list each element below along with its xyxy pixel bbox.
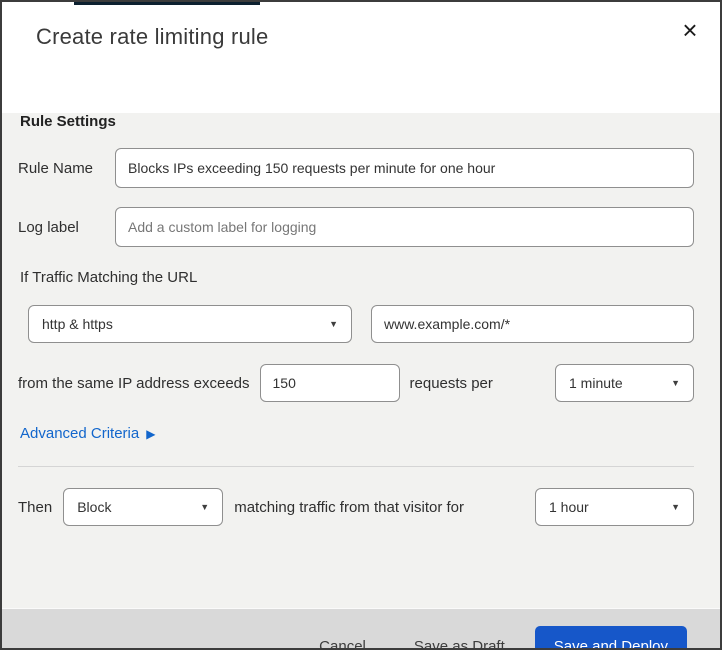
close-icon: ×: [682, 15, 698, 45]
action-middle-text: matching traffic from that visitor for: [234, 498, 465, 516]
period-select[interactable]: 1 minute ▼: [555, 364, 694, 402]
duration-select-value: 1 hour: [549, 499, 589, 515]
threshold-text-after: requests per: [409, 374, 493, 392]
save-as-draft-button[interactable]: Save as Draft: [412, 630, 507, 649]
rule-name-row: Rule Name: [18, 148, 694, 188]
action-select-value: Block: [77, 499, 112, 515]
threshold-input[interactable]: [259, 364, 400, 402]
save-and-deploy-button[interactable]: Save and Deploy: [534, 626, 687, 648]
close-button[interactable]: ×: [674, 14, 706, 46]
then-label: Then: [18, 498, 53, 516]
chevron-down-icon: ▼: [329, 318, 338, 329]
threshold-row: from the same IP address exceeds request…: [18, 364, 694, 402]
url-pattern-input[interactable]: [371, 305, 694, 343]
chevron-down-icon: ▼: [200, 501, 210, 512]
log-label-row: Log label: [18, 207, 694, 247]
modal-title: Create rate limiting rule: [36, 24, 269, 49]
threshold-text-before: from the same IP address exceeds: [18, 374, 250, 392]
rule-name-input[interactable]: [115, 148, 694, 188]
traffic-match-heading: If Traffic Matching the URL: [20, 269, 198, 286]
section-divider: [18, 466, 694, 467]
modal-header: Create rate limiting rule ×: [2, 2, 720, 80]
create-rate-limit-modal: Create rate limiting rule × Rule Setting…: [0, 0, 722, 650]
action-row: Then Block ▼ matching traffic from that …: [18, 488, 694, 526]
log-label-label: Log label: [18, 218, 79, 236]
chevron-down-icon: ▼: [671, 501, 680, 512]
chevron-down-icon: ▼: [671, 377, 680, 388]
period-select-value: 1 minute: [569, 375, 623, 391]
scheme-select-value: http & https: [42, 316, 113, 332]
scheme-select[interactable]: http & https ▼: [28, 305, 352, 343]
modal-body: Rule Settings Rule Name Log label If Tra…: [2, 113, 720, 608]
rule-name-label: Rule Name: [18, 159, 94, 177]
url-match-row: http & https ▼: [28, 305, 694, 343]
action-select[interactable]: Block ▼: [63, 488, 224, 526]
advanced-criteria-link[interactable]: Advanced Criteria ▶: [20, 425, 155, 443]
cancel-button[interactable]: Cancel: [317, 630, 368, 649]
background-page-edge: [74, 2, 260, 5]
advanced-criteria-label: Advanced Criteria: [20, 425, 140, 442]
section-heading-rule-settings: Rule Settings: [20, 113, 116, 130]
duration-select[interactable]: 1 hour ▼: [535, 488, 694, 526]
arrow-right-icon: ▶: [146, 427, 156, 441]
modal-footer: Cancel Save as Draft Save and Deploy: [2, 608, 720, 649]
log-label-input[interactable]: [115, 207, 694, 247]
